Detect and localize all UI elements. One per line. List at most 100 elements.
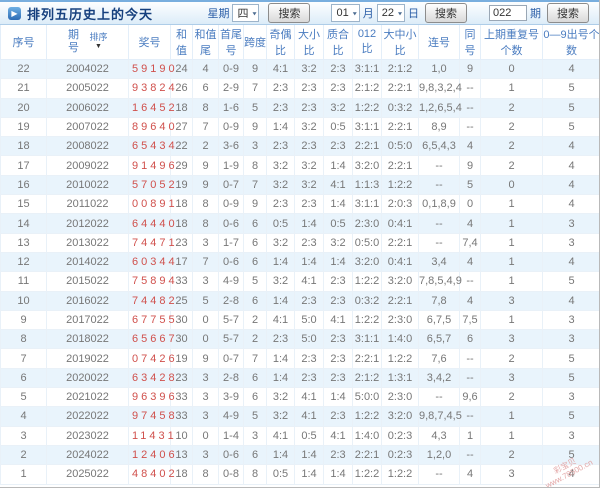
cell: 1: [480, 194, 543, 215]
table-row: 15 2011022 00891 18 8 0-9 9 2:3 2:3 1:4 3:1:1 2:0:3…: [0, 194, 599, 215]
cell: 0:3:2: [352, 290, 382, 311]
cell: 5: [542, 78, 599, 99]
cell: 4: [459, 251, 481, 273]
table-row: 22 2004022 59190 24 4 0-9 9 4:1 3:2 2:3 3:1:1 2:1:2…: [0, 58, 599, 80]
cell: 2025022: [46, 464, 129, 485]
cell: 3:2: [266, 155, 295, 176]
weekday-select[interactable]: 四 ▾: [232, 4, 260, 22]
cell: 4:1: [323, 174, 353, 196]
cell: 2:3: [294, 136, 324, 157]
cell: --: [418, 232, 460, 253]
issue-input[interactable]: [489, 5, 527, 21]
cell: 2: [480, 97, 543, 118]
cell: 3-9: [218, 387, 244, 408]
cell: 1: [480, 309, 543, 331]
cell: 0:5: [266, 464, 295, 485]
col-header-14: 上期重复号个数: [480, 25, 543, 60]
issue-search-button[interactable]: 搜索: [547, 3, 589, 23]
cell: 1:4: [294, 251, 324, 273]
col-header-7: 奇偶比: [266, 25, 295, 60]
cell: 0-6: [218, 251, 244, 273]
cell: 2:3:0: [352, 213, 382, 234]
table-row: 4 2022022 97458 33 3 4-9 5 3:2 4:1 2:3 1:2:2 3:2:0 9…: [0, 406, 599, 427]
table-row: 5 2021022 96396 33 3 3-9 6 3:2 4:1 1:4 5:0:0 2:3:0-…: [0, 387, 599, 408]
cell: 1,2,0: [418, 444, 460, 466]
cell: 7: [0, 348, 47, 369]
cell: 8: [192, 194, 219, 215]
cell: 7,6: [418, 348, 460, 369]
cell: 2:3:0: [381, 387, 419, 408]
cell: 2007022: [46, 116, 129, 138]
cell: 2017022: [46, 309, 129, 331]
header-row: 序号 期号 排序 ▼ 奖号 和值 和值尾 首尾号 跨度 奇偶比 大小比 质合比 012比 大中小比 连号 同号…: [0, 25, 599, 60]
month-select-value: 01: [336, 7, 349, 19]
cell: 4: [459, 213, 481, 234]
cell: 2:3: [294, 367, 324, 389]
cell: 0: [192, 329, 219, 350]
cell: 2: [480, 116, 543, 138]
cell: 5-7: [218, 309, 244, 331]
cell: 1-9: [218, 155, 244, 176]
cell: --: [418, 464, 460, 485]
cell: 1:4: [266, 290, 295, 311]
weekday-label: 星期: [207, 8, 230, 20]
date-search-button[interactable]: 搜索: [425, 3, 467, 23]
cell: 2009022: [46, 155, 129, 176]
cell: 0:2:3: [381, 444, 419, 466]
day-select[interactable]: 22 ▾: [376, 4, 405, 22]
cell: 2:3: [323, 78, 353, 99]
cell: 22: [0, 58, 47, 80]
cell: 8: [0, 329, 47, 350]
cell: --: [418, 213, 460, 234]
arrow-square-icon: ▶: [8, 6, 21, 20]
cell: 2:3: [294, 348, 324, 369]
cell: 2024022: [46, 444, 129, 466]
cell: 1:4: [323, 251, 353, 273]
month-label: 月: [362, 8, 374, 20]
month-select[interactable]: 01 ▾: [331, 4, 360, 22]
cell: 8: [243, 464, 267, 485]
cell: 10: [0, 290, 47, 311]
cell: 1:4: [266, 116, 295, 138]
cell: 2:3: [266, 194, 295, 215]
col-header-4: 和值尾: [192, 25, 219, 60]
cell: 2:2:1: [352, 348, 382, 369]
cell: 1: [480, 425, 543, 446]
cell: 07426: [128, 348, 175, 369]
cell: 5: [542, 116, 599, 138]
cell: 0-9: [218, 58, 244, 80]
cell: 2:3: [266, 97, 295, 118]
cell: 3:1:1: [352, 58, 382, 80]
cell: 3,4,2: [418, 367, 460, 389]
cell: --: [418, 387, 460, 408]
cell: 6: [243, 387, 267, 408]
cell: 3:2: [266, 406, 295, 427]
weekday-search-button[interactable]: 搜索: [268, 3, 311, 23]
chevron-down-icon: ▾: [397, 9, 402, 17]
page-title: 排列五历史上的今天: [27, 6, 154, 22]
cell: 2023022: [46, 425, 129, 446]
cell: 5: [192, 290, 219, 311]
cell: 1:4:0: [352, 425, 382, 446]
cell: 6: [243, 213, 267, 234]
cell: 1:2:2: [352, 271, 382, 292]
cell: 2:3: [294, 97, 324, 118]
cell: 1:1:3: [352, 174, 382, 196]
cell: 12406: [128, 444, 175, 466]
cell: 97458: [128, 406, 175, 427]
cell: 2: [243, 329, 267, 350]
cell: 7,8,5,4,9: [418, 271, 462, 292]
cell: 5:0:0: [352, 387, 382, 408]
cell: 4:1: [266, 58, 295, 80]
cell: 8: [243, 155, 267, 176]
sort-control[interactable]: 排序 ▼: [89, 33, 107, 51]
cell: 2:3: [323, 367, 353, 389]
cell: 18: [0, 136, 47, 157]
cell: 9,8,3,2,4: [418, 78, 462, 99]
table-row: 19 2007022 89640 27 7 0-9 9 1:4 3:2 0:5 3:1:1 2:2:1…: [0, 116, 599, 138]
cell: 16: [0, 174, 47, 196]
col-header-issue-label: 期号: [67, 29, 79, 54]
cell: 3: [192, 444, 219, 466]
cell: 3,4: [418, 251, 460, 273]
cell: 1:4: [323, 387, 353, 408]
